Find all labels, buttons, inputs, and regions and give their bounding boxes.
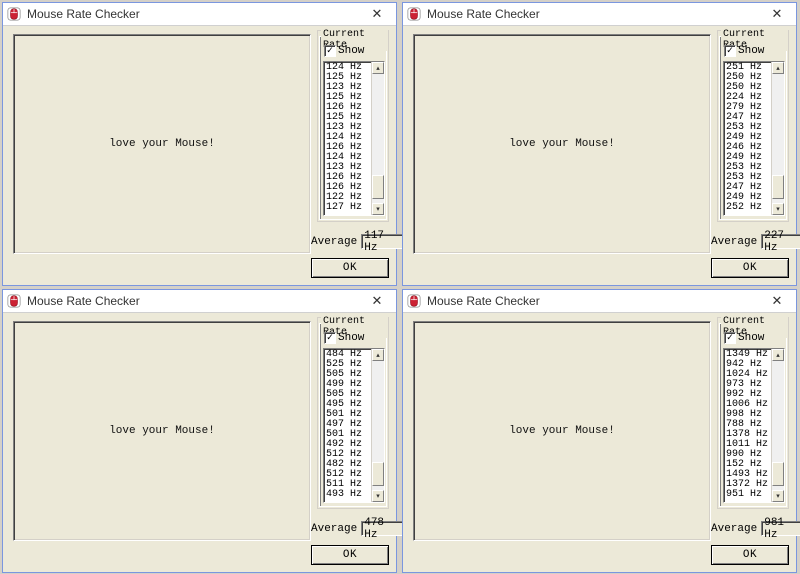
app-window-bl: Mouse Rate Checker✕ love your Mouse! Curre… (2, 289, 397, 573)
average-label: Average (311, 523, 357, 535)
average-label: Average (711, 523, 757, 535)
show-checkbox-row[interactable]: ✓Show (324, 332, 364, 344)
show-checkbox-row[interactable]: ✓Show (724, 332, 764, 344)
scroll-up-button[interactable]: ▴ (372, 62, 384, 74)
current-rate-group: Current Rate✓Show124 Hz125 Hz123 Hz125 H… (317, 30, 389, 222)
main-panel: love your Mouse! (413, 34, 711, 254)
scrollbar[interactable]: ▴▾ (371, 349, 384, 502)
average-label: Average (311, 236, 357, 248)
show-checkbox-label: Show (738, 45, 764, 57)
titlebar: Mouse Rate Checker✕ (3, 290, 396, 313)
client-area: love your Mouse! Current Rate✓Show124 Hz1… (3, 26, 396, 285)
average-value: 117 Hz (361, 234, 403, 249)
scroll-track[interactable] (372, 74, 384, 203)
ok-button[interactable]: OK (711, 258, 789, 278)
rate-listbox[interactable]: 251 Hz250 Hz250 Hz224 Hz279 Hz247 Hz253 … (723, 61, 785, 216)
rate-item[interactable]: 252 Hz (726, 203, 771, 213)
ok-button[interactable]: OK (311, 545, 389, 565)
average-value: 478 Hz (361, 521, 403, 536)
titlebar: Mouse Rate Checker✕ (403, 3, 796, 26)
current-rate-group: Current Rate✓Show484 Hz525 Hz505 Hz499 H… (317, 317, 389, 509)
rate-listbox[interactable]: 124 Hz125 Hz123 Hz125 Hz126 Hz125 Hz123 … (323, 61, 385, 216)
close-button[interactable]: ✕ (762, 5, 792, 23)
show-checkbox-label: Show (338, 332, 364, 344)
window-title: Mouse Rate Checker (27, 7, 362, 21)
window-title: Mouse Rate Checker (27, 294, 362, 308)
mouse-app-icon (7, 294, 21, 308)
show-checkbox[interactable]: ✓ (324, 332, 336, 344)
instruction-text: love your Mouse! (509, 425, 615, 437)
main-panel: love your Mouse! (13, 34, 311, 254)
show-checkbox[interactable]: ✓ (324, 45, 336, 57)
window-title: Mouse Rate Checker (427, 294, 762, 308)
scroll-up-button[interactable]: ▴ (772, 349, 784, 361)
average-row: Average 478 Hz (311, 521, 403, 536)
mouse-app-icon (407, 294, 421, 308)
rate-list-inner: 124 Hz125 Hz123 Hz125 Hz126 Hz125 Hz123 … (324, 62, 371, 215)
scroll-track[interactable] (772, 74, 784, 203)
main-panel: love your Mouse! (413, 321, 711, 541)
scroll-down-button[interactable]: ▾ (772, 203, 784, 215)
titlebar: Mouse Rate Checker✕ (3, 3, 396, 26)
main-panel: love your Mouse! (13, 321, 311, 541)
show-checkbox-label: Show (338, 45, 364, 57)
instruction-text: love your Mouse! (109, 138, 215, 150)
mouse-app-icon (407, 7, 421, 21)
scroll-down-button[interactable]: ▾ (372, 203, 384, 215)
app-window-br: Mouse Rate Checker✕ love your Mouse! Curre… (402, 289, 797, 573)
window-title: Mouse Rate Checker (427, 7, 762, 21)
show-checkbox[interactable]: ✓ (724, 45, 736, 57)
ok-button[interactable]: OK (311, 258, 389, 278)
scroll-up-button[interactable]: ▴ (772, 62, 784, 74)
average-row: Average 981 Hz (711, 521, 800, 536)
scroll-track[interactable] (772, 361, 784, 490)
rate-list-inner: 251 Hz250 Hz250 Hz224 Hz279 Hz247 Hz253 … (724, 62, 771, 215)
average-row: Average 227 Hz (711, 234, 800, 249)
client-area: love your Mouse! Current Rate✓Show484 Hz5… (3, 313, 396, 572)
app-window-tl: Mouse Rate Checker✕ love your Mouse! Curre… (2, 2, 397, 286)
average-row: Average 117 Hz (311, 234, 403, 249)
scrollbar[interactable]: ▴▾ (771, 349, 784, 502)
average-label: Average (711, 236, 757, 248)
current-rate-group: Current Rate✓Show251 Hz250 Hz250 Hz224 H… (717, 30, 789, 222)
app-window-tr: Mouse Rate Checker✕ love your Mouse! Curre… (402, 2, 797, 286)
show-checkbox[interactable]: ✓ (724, 332, 736, 344)
average-value: 981 Hz (761, 521, 800, 536)
scroll-thumb[interactable] (772, 175, 784, 199)
scroll-down-button[interactable]: ▾ (772, 490, 784, 502)
rate-listbox[interactable]: 484 Hz525 Hz505 Hz499 Hz505 Hz495 Hz501 … (323, 348, 385, 503)
rate-list-inner: 1349 Hz942 Hz1024 Hz973 Hz992 Hz1006 Hz9… (724, 349, 771, 502)
rate-listbox[interactable]: 1349 Hz942 Hz1024 Hz973 Hz992 Hz1006 Hz9… (723, 348, 785, 503)
scroll-thumb[interactable] (772, 462, 784, 486)
rate-item[interactable]: 493 Hz (326, 490, 371, 500)
titlebar: Mouse Rate Checker✕ (403, 290, 796, 313)
show-checkbox-row[interactable]: ✓Show (724, 45, 764, 57)
rate-item[interactable]: 951 Hz (726, 490, 771, 500)
show-checkbox-label: Show (738, 332, 764, 344)
show-checkbox-row[interactable]: ✓Show (324, 45, 364, 57)
scrollbar[interactable]: ▴▾ (771, 62, 784, 215)
scroll-down-button[interactable]: ▾ (372, 490, 384, 502)
instruction-text: love your Mouse! (509, 138, 615, 150)
close-button[interactable]: ✕ (362, 292, 392, 310)
mouse-app-icon (7, 7, 21, 21)
close-button[interactable]: ✕ (362, 5, 392, 23)
scrollbar[interactable]: ▴▾ (371, 62, 384, 215)
scroll-thumb[interactable] (372, 175, 384, 199)
client-area: love your Mouse! Current Rate✓Show251 Hz2… (403, 26, 796, 285)
average-value: 227 Hz (761, 234, 800, 249)
scroll-thumb[interactable] (372, 462, 384, 486)
rate-item[interactable]: 127 Hz (326, 203, 371, 213)
current-rate-group: Current Rate✓Show1349 Hz942 Hz1024 Hz973… (717, 317, 789, 509)
scroll-up-button[interactable]: ▴ (372, 349, 384, 361)
instruction-text: love your Mouse! (109, 425, 215, 437)
client-area: love your Mouse! Current Rate✓Show1349 Hz… (403, 313, 796, 572)
rate-list-inner: 484 Hz525 Hz505 Hz499 Hz505 Hz495 Hz501 … (324, 349, 371, 502)
scroll-track[interactable] (372, 361, 384, 490)
ok-button[interactable]: OK (711, 545, 789, 565)
close-button[interactable]: ✕ (762, 292, 792, 310)
